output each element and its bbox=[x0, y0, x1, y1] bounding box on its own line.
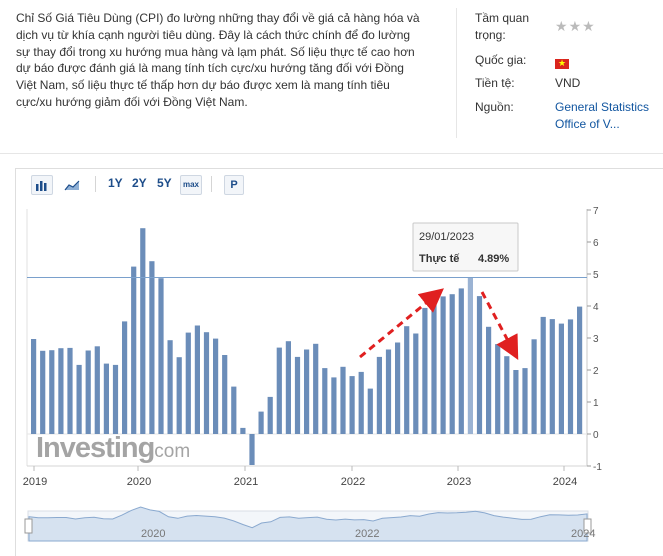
data-bar[interactable] bbox=[67, 347, 73, 434]
data-bar[interactable] bbox=[522, 368, 528, 434]
data-bar[interactable] bbox=[549, 319, 555, 434]
data-bar[interactable] bbox=[213, 338, 219, 434]
data-bar[interactable] bbox=[85, 350, 91, 435]
data-bar[interactable] bbox=[231, 386, 237, 434]
data-bar[interactable] bbox=[413, 333, 419, 435]
x-tick-label: 2023 bbox=[447, 476, 471, 488]
data-bar[interactable] bbox=[94, 346, 100, 434]
x-tick-label: 2022 bbox=[341, 476, 365, 488]
investing-watermark: Investing .com bbox=[36, 432, 190, 464]
data-tooltip: 29/01/2023 Thực tế 4.89% bbox=[412, 222, 519, 272]
data-bar[interactable] bbox=[158, 278, 164, 434]
data-bar[interactable] bbox=[222, 355, 228, 434]
data-bar[interactable] bbox=[58, 348, 64, 434]
data-bar[interactable] bbox=[349, 376, 355, 434]
data-bar[interactable] bbox=[495, 344, 501, 434]
data-bar[interactable] bbox=[31, 339, 37, 434]
navigator-label: 2020 bbox=[141, 528, 165, 540]
data-bar[interactable] bbox=[440, 296, 446, 434]
data-bar[interactable] bbox=[103, 363, 109, 434]
data-bar[interactable] bbox=[340, 366, 346, 434]
data-bar[interactable] bbox=[558, 323, 564, 434]
x-tick-label: 2024 bbox=[553, 476, 577, 488]
tooltip-date: 29/01/2023 bbox=[419, 231, 474, 243]
data-bar[interactable] bbox=[476, 296, 483, 434]
y-tick-label: 3 bbox=[593, 334, 599, 345]
data-bar[interactable] bbox=[49, 350, 55, 434]
data-bar[interactable] bbox=[249, 434, 255, 465]
y-tick-label: -1 bbox=[593, 462, 602, 473]
data-bar[interactable] bbox=[322, 368, 328, 434]
data-bar[interactable] bbox=[131, 266, 137, 434]
y-tick-label: 0 bbox=[593, 430, 599, 441]
data-bar[interactable] bbox=[40, 350, 46, 434]
data-bar[interactable] bbox=[140, 228, 146, 434]
range-navigator[interactable]: 2020 2022 2024 bbox=[24, 506, 595, 542]
y-tick-label: 7 bbox=[593, 206, 599, 217]
highlighted-bar[interactable] bbox=[467, 277, 473, 435]
y-axis: -1 0 1 2 3 4 5 6 7 bbox=[587, 206, 602, 473]
data-bar[interactable] bbox=[540, 316, 546, 434]
data-bar[interactable] bbox=[458, 288, 464, 434]
x-axis: 2019 2020 2021 2022 2023 2024 bbox=[23, 466, 577, 488]
watermark-brand: Investing bbox=[36, 432, 154, 464]
data-bar[interactable] bbox=[122, 321, 128, 434]
data-bar[interactable] bbox=[258, 411, 264, 434]
cpi-bar-chart: Investing .com -101234567 2019 2020 2021 20… bbox=[23, 206, 602, 542]
data-bar[interactable] bbox=[367, 388, 373, 434]
y-tick-label: 1 bbox=[593, 398, 599, 409]
data-bar[interactable] bbox=[276, 347, 282, 434]
data-bar[interactable] bbox=[294, 356, 301, 434]
y-tick-label: 6 bbox=[593, 238, 599, 249]
data-bar[interactable] bbox=[531, 339, 537, 434]
data-bar[interactable] bbox=[358, 371, 364, 434]
data-bar[interactable] bbox=[194, 325, 200, 435]
data-bar[interactable] bbox=[203, 332, 210, 434]
data-bar[interactable] bbox=[486, 326, 492, 434]
data-bar[interactable] bbox=[331, 377, 337, 434]
x-tick-label: 2019 bbox=[23, 476, 47, 488]
x-tick-label: 2020 bbox=[127, 476, 151, 488]
data-bar[interactable] bbox=[577, 306, 583, 434]
data-bar[interactable] bbox=[167, 340, 173, 434]
data-bar[interactable] bbox=[304, 349, 310, 435]
data-bar[interactable] bbox=[240, 427, 246, 434]
data-bar[interactable] bbox=[504, 356, 510, 434]
tooltip-label: Thực tế bbox=[419, 253, 460, 265]
data-bar[interactable] bbox=[376, 356, 382, 434]
data-bar[interactable] bbox=[404, 326, 410, 434]
data-bar[interactable] bbox=[267, 396, 273, 434]
tooltip-value: 4.89% bbox=[478, 253, 509, 265]
data-bar[interactable] bbox=[313, 343, 319, 434]
navigator-label: 2024 bbox=[571, 528, 595, 540]
data-bar[interactable] bbox=[422, 307, 428, 434]
navigator-left-handle[interactable] bbox=[24, 518, 33, 534]
data-bar[interactable] bbox=[449, 294, 455, 434]
y-tick-label: 5 bbox=[593, 270, 599, 281]
data-bar[interactable] bbox=[149, 261, 155, 434]
data-bar[interactable] bbox=[395, 342, 401, 435]
x-tick-label: 2021 bbox=[234, 476, 258, 488]
data-bar[interactable] bbox=[112, 364, 119, 434]
data-bar[interactable] bbox=[567, 319, 574, 434]
data-bar[interactable] bbox=[176, 357, 182, 434]
y-tick-label: 4 bbox=[593, 302, 599, 313]
watermark-suffix: .com bbox=[149, 441, 190, 462]
data-bar[interactable] bbox=[76, 364, 82, 434]
y-tick-label: 2 bbox=[593, 366, 599, 377]
navigator-label: 2022 bbox=[355, 528, 379, 540]
data-bar[interactable] bbox=[513, 370, 519, 434]
data-bar[interactable] bbox=[185, 332, 191, 434]
data-bar[interactable] bbox=[285, 341, 291, 434]
data-bar[interactable] bbox=[385, 349, 392, 435]
data-bar[interactable] bbox=[431, 291, 437, 434]
